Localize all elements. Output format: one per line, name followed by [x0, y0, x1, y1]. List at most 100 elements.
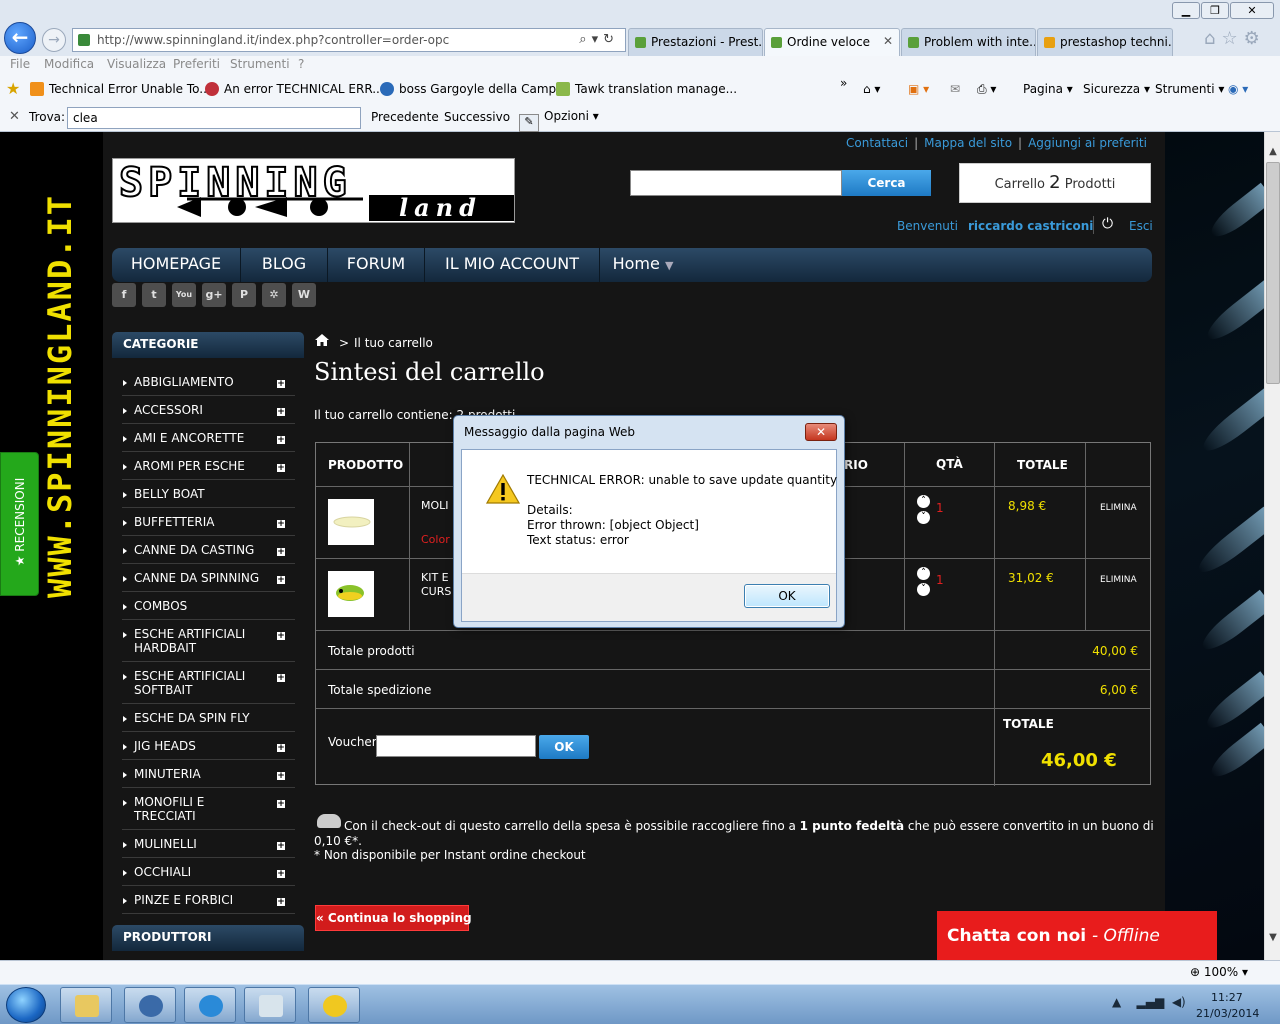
- facebook-icon[interactable]: f: [112, 283, 136, 307]
- expand-plus-icon[interactable]: +: [277, 576, 285, 585]
- taskbar-ie[interactable]: [184, 987, 236, 1023]
- favorites-star-icon[interactable]: ☆: [1221, 28, 1243, 49]
- taskbar-notes[interactable]: [244, 987, 296, 1023]
- yelp-icon[interactable]: ✲: [262, 283, 286, 307]
- taskbar-explorer[interactable]: [60, 987, 112, 1023]
- expand-plus-icon[interactable]: +: [277, 632, 285, 641]
- category-item[interactable]: CANNE DA CASTING +: [122, 536, 295, 564]
- logout-link[interactable]: Esci: [1129, 219, 1153, 233]
- mail-icon[interactable]: ✉: [950, 82, 960, 96]
- dialog-close-button[interactable]: ✕: [805, 423, 837, 441]
- search-icon[interactable]: ⌕: [579, 32, 591, 47]
- account-user-link[interactable]: riccardo castriconi: [968, 219, 1093, 233]
- menu-file[interactable]: File: [10, 57, 30, 71]
- scroll-down-icon[interactable]: ▼: [1265, 932, 1280, 946]
- expand-plus-icon[interactable]: +: [277, 870, 285, 879]
- tools-menu[interactable]: Strumenti ▾: [1155, 82, 1224, 96]
- expand-plus-icon[interactable]: +: [277, 436, 285, 445]
- scroll-thumb[interactable]: [1266, 162, 1280, 384]
- page-menu[interactable]: Pagina ▾: [1023, 82, 1073, 96]
- expand-plus-icon[interactable]: +: [277, 548, 285, 557]
- clock-time[interactable]: 11:27: [1211, 991, 1243, 1004]
- expand-plus-icon[interactable]: +: [277, 408, 285, 417]
- expand-plus-icon[interactable]: +: [277, 380, 285, 389]
- tab-prestashop-techni[interactable]: prestashop techni...: [1037, 28, 1173, 56]
- close-window-button[interactable]: ✕: [1230, 2, 1274, 19]
- settings-gear-icon[interactable]: ⚙: [1244, 28, 1266, 49]
- qty-decrease-button[interactable]: ˅: [917, 583, 930, 596]
- wordpress-icon[interactable]: W: [292, 283, 316, 307]
- nav-forum[interactable]: FORUM: [328, 248, 424, 282]
- security-menu[interactable]: Sicurezza ▾: [1083, 82, 1150, 96]
- category-item[interactable]: AROMI PER ESCHE +: [122, 452, 295, 480]
- category-item[interactable]: BELLY BOAT: [122, 480, 295, 508]
- menu-modifica[interactable]: Modifica: [44, 57, 94, 71]
- site-logo[interactable]: SPINNING land: [112, 158, 515, 223]
- reviews-tab[interactable]: ★ RECENSIONI: [0, 452, 39, 596]
- home-icon[interactable]: [315, 334, 329, 346]
- taskbar-duck[interactable]: [308, 987, 360, 1023]
- favorite-link-4[interactable]: Tawk translation manage...: [556, 82, 737, 96]
- category-item[interactable]: ACCESSORI +: [122, 396, 295, 424]
- nav-blog[interactable]: BLOG: [241, 248, 327, 282]
- category-item[interactable]: PINZE E FORBICI +: [122, 886, 295, 914]
- category-item[interactable]: ESCHE ARTIFICIALI HARDBAIT +: [122, 620, 295, 662]
- voucher-input[interactable]: [376, 735, 536, 757]
- twitter-icon[interactable]: t: [142, 283, 166, 307]
- help-icon[interactable]: ◉ ▾: [1228, 82, 1248, 96]
- find-next-button[interactable]: Successivo: [444, 110, 510, 124]
- menu-strumenti[interactable]: Strumenti: [230, 57, 290, 71]
- site-search-input[interactable]: [630, 170, 842, 196]
- sitemap-link[interactable]: Mappa del sito: [924, 136, 1012, 150]
- zoom-control[interactable]: ⊕ 100% ▾: [1190, 965, 1248, 979]
- find-options-button[interactable]: ✎ Opzioni ▾: [515, 107, 603, 134]
- category-item[interactable]: BUFFETTERIA +: [122, 508, 295, 536]
- expand-plus-icon[interactable]: +: [277, 772, 285, 781]
- tray-expand-icon[interactable]: ▲: [1112, 995, 1121, 1009]
- back-button[interactable]: ←: [4, 22, 36, 54]
- category-item[interactable]: AMI E ANCORETTE +: [122, 424, 295, 452]
- voucher-ok-button[interactable]: OK: [539, 735, 589, 759]
- print-icon[interactable]: ⎙ ▾: [977, 82, 996, 97]
- dropdown-icon[interactable]: ▾: [592, 32, 604, 47]
- product-name[interactable]: KIT E: [421, 571, 449, 584]
- qty-decrease-button[interactable]: ˅: [917, 511, 930, 524]
- delete-link[interactable]: ELIMINA: [1100, 575, 1137, 585]
- expand-plus-icon[interactable]: +: [277, 842, 285, 851]
- product-thumbnail[interactable]: [328, 499, 374, 545]
- minimize-button[interactable]: ▁: [1172, 2, 1200, 19]
- close-tab-icon[interactable]: ✕: [883, 34, 893, 48]
- address-actions[interactable]: ⌕▾↻: [579, 32, 619, 47]
- nav-homepage[interactable]: HOMEPAGE: [112, 248, 240, 282]
- category-item[interactable]: MULINELLI +: [122, 830, 295, 858]
- network-icon[interactable]: ▂▄▆: [1137, 995, 1165, 1009]
- continue-shopping-button[interactable]: « Continua lo shopping: [315, 905, 472, 931]
- find-previous-button[interactable]: Precedente: [371, 110, 439, 124]
- tab-prestazioni[interactable]: Prestazioni - Prest...: [628, 28, 763, 56]
- nav-home-dropdown[interactable]: Home ▼: [600, 248, 686, 282]
- maximize-button[interactable]: ❐: [1201, 2, 1229, 19]
- category-item[interactable]: CANNE DA SPINNING +: [122, 564, 295, 592]
- favorites-star-icon[interactable]: ★: [6, 79, 20, 98]
- close-find-icon[interactable]: ✕: [9, 109, 20, 124]
- home-cmd-icon[interactable]: ⌂ ▾: [863, 82, 880, 96]
- tab-ordine-veloce[interactable]: Ordine veloce ✕: [764, 28, 900, 56]
- page-scrollbar[interactable]: ▲ ▼: [1264, 132, 1280, 960]
- pinterest-icon[interactable]: P: [232, 283, 256, 307]
- expand-plus-icon[interactable]: +: [277, 898, 285, 907]
- category-item[interactable]: JIG HEADS +: [122, 732, 295, 760]
- category-item[interactable]: MONOFILI E TRECCIATI +: [122, 788, 295, 830]
- start-button[interactable]: [6, 987, 46, 1023]
- home-icon[interactable]: ⌂: [1204, 28, 1221, 49]
- category-item[interactable]: ESCHE DA SPIN FLY: [122, 704, 295, 732]
- address-bar[interactable]: http://www.spinningland.it/index.php?con…: [72, 28, 626, 52]
- qty-increase-button[interactable]: ˄: [917, 495, 930, 508]
- tab-problem[interactable]: Problem with inte...: [901, 28, 1036, 56]
- find-input[interactable]: [67, 107, 361, 129]
- menu-visualizza[interactable]: Visualizza: [107, 57, 166, 71]
- favorite-link-2[interactable]: An error TECHNICAL ERR...: [205, 82, 384, 96]
- power-icon[interactable]: ⏻: [1102, 216, 1118, 232]
- rss-icon[interactable]: ▣ ▾: [908, 82, 929, 96]
- cart-summary[interactable]: Carrello 2 Prodotti: [959, 163, 1151, 203]
- youtube-icon[interactable]: You: [172, 283, 196, 307]
